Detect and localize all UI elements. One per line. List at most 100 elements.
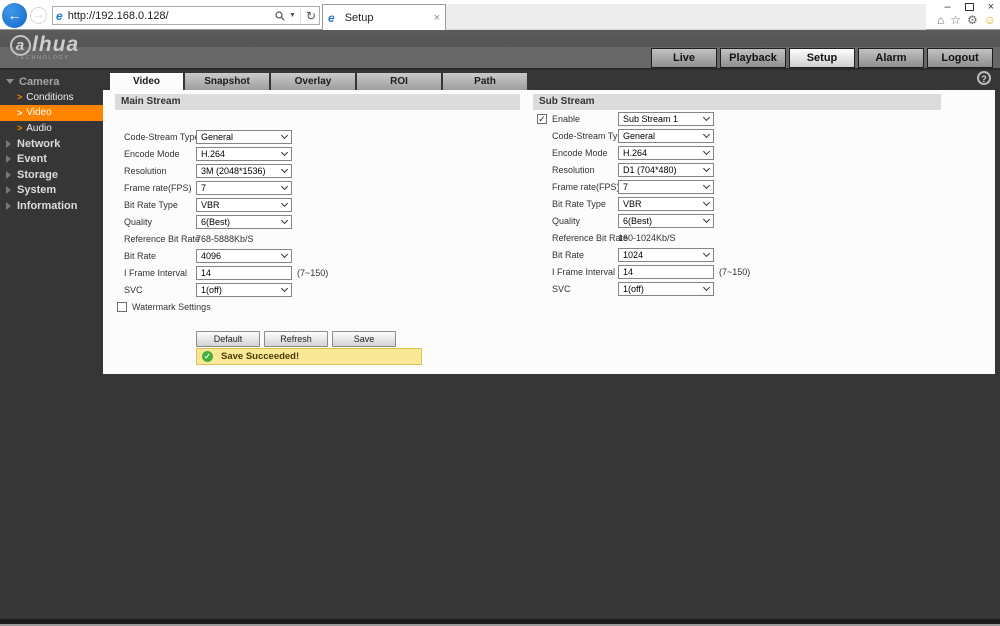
refresh-icon[interactable]: ↻ <box>299 8 316 23</box>
sidebar-item-video[interactable]: > Video <box>0 105 103 121</box>
sub-bit-rate-select[interactable]: 1024 <box>618 248 714 262</box>
sidebar-item-camera[interactable]: Camera <box>0 74 103 90</box>
main-i-frame-interval-input[interactable] <box>196 266 292 280</box>
sub-svc-select[interactable]: 1(off) <box>618 282 714 296</box>
field-label: SVC <box>124 285 143 295</box>
field-hint: (7~150) <box>297 268 329 278</box>
sidebar-item-event[interactable]: Event <box>0 152 103 168</box>
watermark-settings-checkbox[interactable] <box>117 302 127 312</box>
save-button[interactable]: Save <box>332 331 396 347</box>
refresh-button[interactable]: Refresh <box>264 331 328 347</box>
tab-snapshot[interactable]: Snapshot <box>185 73 269 90</box>
nav-setup-button[interactable]: Setup <box>789 48 855 68</box>
field-label: Bit Rate Type <box>552 199 606 209</box>
field-label: Encode Mode <box>124 149 180 159</box>
sidebar-item-label: Camera <box>19 75 60 88</box>
sub-resolution-select[interactable]: D1 (704*480) <box>618 163 714 177</box>
main-resolution-select[interactable]: 3M (2048*1536) <box>196 164 292 178</box>
sub-code-stream-type-select[interactable]: General <box>618 129 714 143</box>
sub-encode-mode-select[interactable]: H.264 <box>618 146 714 160</box>
sidebar-item-conditions[interactable]: > Conditions <box>0 90 103 106</box>
default-button[interactable]: Default <box>196 331 260 347</box>
select-value: VBR <box>623 199 642 209</box>
chevron-down-icon <box>280 131 289 140</box>
browser-forward-button[interactable]: → <box>30 7 47 24</box>
chevron-down-icon <box>280 199 289 208</box>
window-close-button[interactable]: × <box>988 1 994 13</box>
field-hint: (7~150) <box>719 267 751 277</box>
tab-path[interactable]: Path <box>443 73 527 90</box>
tab-roi[interactable]: ROI <box>357 73 441 90</box>
nav-logout-button[interactable]: Logout <box>927 48 993 68</box>
address-bar[interactable]: e http://192.168.0.128/ ▼ ↻ <box>52 6 320 25</box>
main-bit-rate-type-select[interactable]: VBR <box>196 198 292 212</box>
sidebar-item-network[interactable]: Network <box>0 136 103 152</box>
tab-video[interactable]: Video <box>110 73 183 90</box>
sub-stream-title: Sub Stream <box>533 94 941 110</box>
nav-live-button[interactable]: Live <box>651 48 717 68</box>
form-row: Watermark Settings <box>115 300 520 314</box>
sidebar-item-audio[interactable]: > Audio <box>0 121 103 137</box>
field-label: Quality <box>552 216 581 226</box>
select-value: 6(Best) <box>623 216 653 226</box>
sub-reference-bit-rate-value: 160-1024Kb/S <box>618 233 676 243</box>
form-row: Reference Bit Rate 768-5888Kb/S <box>115 232 520 246</box>
browser-tab[interactable]: e Setup × <box>322 4 446 30</box>
feedback-smiley-icon[interactable]: ☺ <box>984 13 996 27</box>
select-value: 3M (2048*1536) <box>201 166 266 176</box>
forward-icon: → <box>33 10 44 21</box>
sub-enable-checkbox[interactable]: ✓ <box>537 114 547 124</box>
chevron-down-icon <box>702 130 711 139</box>
sidebar-item-storage[interactable]: Storage <box>0 167 103 183</box>
window-restore-button[interactable] <box>964 2 974 11</box>
sub-quality-select[interactable]: 6(Best) <box>618 214 714 228</box>
ie-icon: e <box>56 8 63 23</box>
main-svc-select[interactable]: 1(off) <box>196 283 292 297</box>
tab-close-icon[interactable]: × <box>434 12 440 24</box>
select-value: 7 <box>623 182 629 192</box>
field-label: Bit Rate Type <box>124 200 178 210</box>
form-row: Code-Stream Type General <box>533 129 941 143</box>
triangle-collapsed-icon <box>6 186 11 195</box>
home-icon[interactable]: ⌂ <box>937 13 944 27</box>
sub-frame-rate-select[interactable]: 7 <box>618 180 714 194</box>
chevron-down-icon <box>702 147 711 156</box>
sidebar-item-information[interactable]: Information <box>0 198 103 214</box>
main-code-stream-type-select[interactable]: General <box>196 130 292 144</box>
sub-stream-number-select[interactable]: Sub Stream 1 <box>618 112 714 126</box>
field-label: Code-Stream Type <box>552 131 628 141</box>
field-label: Encode Mode <box>552 148 608 158</box>
main-quality-select[interactable]: 6(Best) <box>196 215 292 229</box>
sidebar-item-label: System <box>17 184 57 197</box>
field-label: I Frame Interval <box>552 267 616 277</box>
select-value: General <box>623 131 656 141</box>
logo-text: lhua <box>32 33 80 56</box>
main-bit-rate-select[interactable]: 4096 <box>196 249 292 263</box>
nav-alarm-button[interactable]: Alarm <box>858 48 924 68</box>
nav-playback-button[interactable]: Playback <box>720 48 786 68</box>
window-minimize-button[interactable]: – <box>944 1 950 13</box>
form-row: Bit Rate Type VBR <box>115 198 520 212</box>
field-label: I Frame Interval <box>124 268 188 278</box>
sub-i-frame-interval-input[interactable] <box>618 265 714 279</box>
select-value: H.264 <box>201 149 226 159</box>
select-value: VBR <box>201 200 220 210</box>
sub-bit-rate-type-select[interactable]: VBR <box>618 197 714 211</box>
sidebar-item-system[interactable]: System <box>0 183 103 199</box>
main-encode-mode-select[interactable]: H.264 <box>196 147 292 161</box>
url-text[interactable]: http://192.168.0.128/ <box>68 10 275 22</box>
main-frame-rate-select[interactable]: 7 <box>196 181 292 195</box>
form-row: Frame rate(FPS) 7 <box>115 181 520 195</box>
search-icon[interactable] <box>275 10 285 21</box>
select-value: 1(off) <box>623 284 644 294</box>
sidebar-item-label: Audio <box>26 122 52 134</box>
settings-gear-icon[interactable]: ⚙ <box>967 13 978 27</box>
search-dropdown-icon[interactable]: ▼ <box>289 12 296 19</box>
chevron-down-icon <box>702 283 711 292</box>
favorites-star-icon[interactable]: ☆ <box>950 13 961 27</box>
browser-back-button[interactable]: ← <box>2 3 27 28</box>
field-label: Bit Rate <box>124 251 157 261</box>
tab-overlay[interactable]: Overlay <box>271 73 355 90</box>
chevron-right-icon: > <box>17 123 23 134</box>
select-value: 4096 <box>201 251 222 261</box>
